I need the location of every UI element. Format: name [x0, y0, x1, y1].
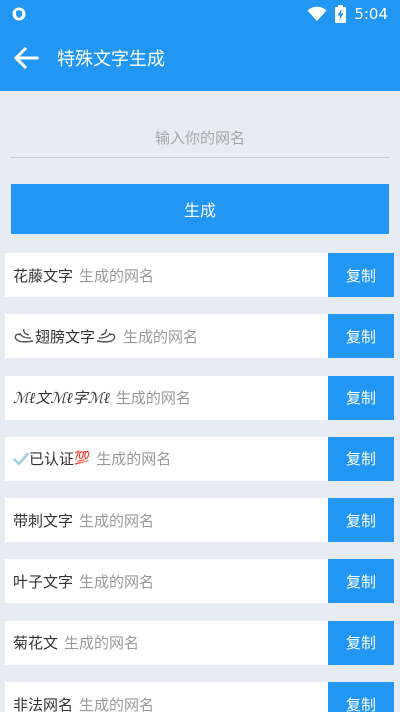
style-card: 花藤文字 生成的网名 — [5, 253, 328, 297]
back-button[interactable] — [8, 40, 44, 76]
list-item: 叶子文字 生成的网名 复制 — [5, 559, 394, 604]
result-text: 生成的网名 — [79, 511, 155, 530]
page-title: 特殊文字生成 — [57, 49, 165, 70]
style-name: 带刺文字 — [13, 511, 74, 530]
result-text: 生成的网名 — [96, 450, 172, 469]
wing-right-icon — [96, 329, 116, 343]
shield-badge-icon — [12, 7, 26, 21]
app-bar: 特殊文字生成 — [0, 28, 400, 91]
generate-button[interactable]: 生成 — [11, 184, 389, 234]
result-text: 生成的网名 — [79, 695, 155, 712]
style-card: 非法网名 生成的网名 — [5, 682, 328, 712]
copy-button[interactable]: 复制 — [328, 436, 394, 481]
copy-button[interactable]: 复制 — [328, 253, 394, 297]
hundred-points-icon: 💯 — [74, 451, 91, 467]
style-name: 翅膀文字 — [13, 326, 117, 347]
copy-button[interactable]: 复制 — [328, 682, 394, 712]
list-item: 非法网名 生成的网名 复制 — [5, 682, 394, 712]
copy-button[interactable]: 复制 — [328, 620, 394, 665]
style-card: 叶子文字 生成的网名 — [5, 559, 328, 604]
style-name-text: 已认证 — [29, 450, 75, 469]
verified-check-icon — [13, 452, 29, 466]
list-item: 翅膀文字 生成的网名 复制 — [5, 314, 394, 359]
result-text: 生成的网名 — [79, 266, 155, 285]
style-list: 花藤文字 生成的网名 复制 翅膀文字 生成的网名 复制 ℳℓ文ℳℓ字ℳℓ 生成的… — [5, 253, 394, 712]
copy-button[interactable]: 复制 — [328, 375, 394, 420]
style-card: 翅膀文字 生成的网名 — [5, 314, 328, 359]
battery-charging-icon — [335, 5, 347, 23]
style-name: 已认证 💯 — [13, 448, 90, 469]
list-item: 已认证 💯 生成的网名 复制 — [5, 436, 394, 481]
style-card: 已认证 💯 生成的网名 — [5, 436, 328, 481]
clock-time: 5:04 — [354, 5, 388, 23]
result-text: 生成的网名 — [79, 572, 155, 591]
style-name: 非法网名 — [13, 695, 74, 712]
style-card: ℳℓ文ℳℓ字ℳℓ 生成的网名 — [5, 375, 328, 420]
style-name: 叶子文字 — [13, 572, 74, 591]
copy-button[interactable]: 复制 — [328, 498, 394, 543]
result-text: 生成的网名 — [64, 634, 140, 653]
status-icons: 5:04 — [307, 4, 388, 24]
status-bar: 5:04 — [0, 0, 400, 28]
copy-button[interactable]: 复制 — [328, 314, 394, 359]
style-name: 菊花文 — [13, 634, 59, 653]
nickname-input-wrapper — [10, 120, 390, 158]
list-item: 菊花文 生成的网名 复制 — [5, 620, 394, 665]
result-text: 生成的网名 — [123, 327, 199, 346]
result-text: 生成的网名 — [115, 389, 191, 408]
wifi-icon — [307, 6, 327, 21]
nickname-input[interactable] — [10, 120, 390, 156]
wing-left-icon — [14, 329, 34, 343]
style-name: ℳℓ文ℳℓ字ℳℓ — [13, 389, 110, 408]
style-name: 花藤文字 — [13, 266, 74, 285]
list-item: 带刺文字 生成的网名 复制 — [5, 498, 394, 543]
style-name-text: 翅膀文字 — [35, 327, 96, 346]
arrow-left-icon — [13, 47, 39, 69]
copy-button[interactable]: 复制 — [328, 559, 394, 604]
list-item: 花藤文字 生成的网名 复制 — [5, 253, 394, 297]
style-card: 菊花文 生成的网名 — [5, 620, 328, 665]
list-item: ℳℓ文ℳℓ字ℳℓ 生成的网名 复制 — [5, 375, 394, 420]
style-card: 带刺文字 生成的网名 — [5, 498, 328, 543]
